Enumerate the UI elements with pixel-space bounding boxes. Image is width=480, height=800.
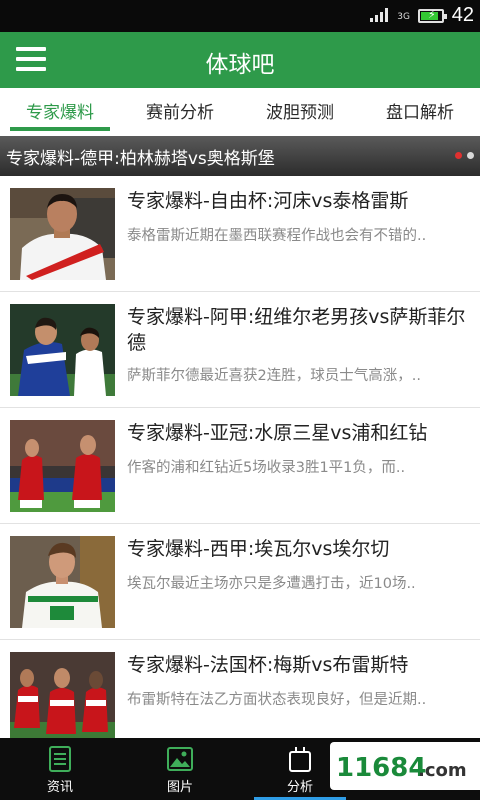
tab-pre-match-analysis[interactable]: 赛前分析 bbox=[120, 88, 240, 134]
news-icon bbox=[49, 746, 71, 772]
nav-news-label: 资讯 bbox=[46, 780, 73, 795]
svg-text:.com: .com bbox=[418, 760, 467, 781]
status-bar: 3G ⚡ 42 bbox=[0, 0, 480, 32]
news-item[interactable]: 专家爆料-阿甲:纽维尔老男孩vs萨斯菲尔德 萨斯菲尔德最近喜获2连胜，球员士气高… bbox=[0, 292, 480, 408]
nav-news[interactable]: 资讯 bbox=[0, 738, 120, 800]
news-item[interactable]: 专家爆料-西甲:埃瓦尔vs埃尔切 埃瓦尔最近主场亦只是多遭遇打击，近10场.. bbox=[0, 524, 480, 640]
elche-player-photo bbox=[10, 536, 115, 628]
tab-odds-analysis[interactable]: 盘口解析 bbox=[360, 88, 480, 134]
site-watermark-logo: 11684 .com bbox=[330, 742, 480, 790]
banner-title: 专家爆料-德甲:柏林赫塔vs奥格斯堡 bbox=[6, 149, 275, 169]
news-item[interactable]: 专家爆料-亚冠:水原三星vs浦和红钻 作客的浦和红钻近5场收录3胜1平1负，而.… bbox=[0, 408, 480, 524]
carousel-dot bbox=[467, 152, 474, 159]
svg-text:11684: 11684 bbox=[336, 753, 426, 783]
news-title: 专家爆料-法国杯:梅斯vs布雷斯特 bbox=[127, 654, 409, 676]
news-title: 专家爆料-西甲:埃瓦尔vs埃尔切 bbox=[127, 538, 390, 560]
clock: 42 bbox=[451, 4, 474, 26]
news-summary: 作客的浦和红钻近5场收录3胜1平1负，而.. bbox=[127, 460, 406, 476]
battery-icon: ⚡ bbox=[418, 8, 447, 23]
news-title: 专家爆料-阿甲:纽维尔老男孩vs萨斯菲尔德 bbox=[127, 306, 466, 354]
news-summary: 泰格雷斯近期在墨西联赛程作战也会有不错的.. bbox=[127, 228, 427, 244]
football-match-photo bbox=[10, 304, 115, 396]
picture-icon bbox=[167, 747, 193, 771]
news-list: 专家爆料-自由杯:河床vs泰格雷斯 泰格雷斯近期在墨西联赛程作战也会有不错的..… bbox=[0, 176, 480, 756]
news-title: 专家爆料-亚冠:水原三星vs浦和红钻 bbox=[127, 422, 428, 444]
analysis-icon bbox=[289, 747, 311, 772]
category-tabs: 专家爆料 赛前分析 波胆预测 盘口解析 bbox=[0, 88, 480, 134]
app-title: 体球吧 bbox=[205, 52, 275, 78]
news-item[interactable]: 专家爆料-自由杯:河床vs泰格雷斯 泰格雷斯近期在墨西联赛程作战也会有不错的.. bbox=[0, 176, 480, 292]
tab-score-prediction[interactable]: 波胆预测 bbox=[240, 88, 360, 134]
team-celebration-photo bbox=[10, 652, 115, 744]
tab-expert-tips[interactable]: 专家爆料 bbox=[0, 88, 120, 134]
river-plate-player-photo bbox=[10, 188, 115, 280]
urawa-players-photo bbox=[10, 420, 115, 512]
nav-pictures-label: 图片 bbox=[166, 780, 193, 795]
network-type: 3G bbox=[397, 12, 410, 22]
app-bar: 体球吧 bbox=[0, 32, 480, 88]
news-title: 专家爆料-自由杯:河床vs泰格雷斯 bbox=[127, 190, 409, 212]
signal-strength-icon bbox=[370, 8, 388, 22]
carousel-indicator bbox=[455, 152, 474, 159]
nav-pictures[interactable]: 图片 bbox=[120, 738, 240, 800]
headline-banner[interactable]: 专家爆料-德甲:柏林赫塔vs奥格斯堡 bbox=[0, 136, 480, 176]
news-summary: 萨斯菲尔德最近喜获2连胜，球员士气高涨，.. bbox=[127, 368, 421, 384]
news-summary: 埃瓦尔最近主场亦只是多遭遇打击，近10场.. bbox=[127, 576, 416, 592]
carousel-dot-active bbox=[455, 152, 462, 159]
news-summary: 布雷斯特在法乙方面状态表现良好，但是近期.. bbox=[127, 692, 427, 708]
